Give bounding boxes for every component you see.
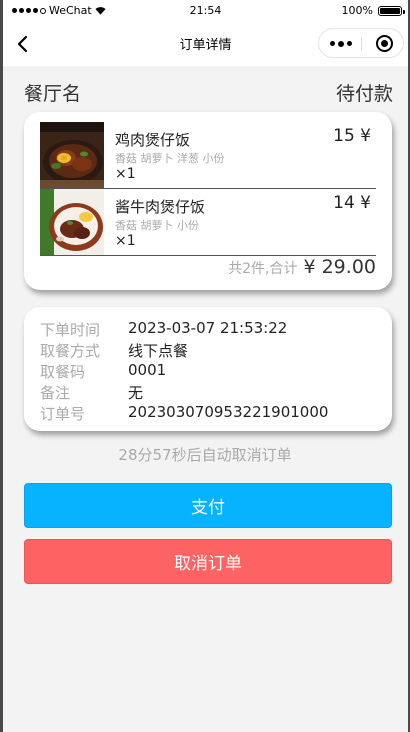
order-items-card: 鸡肉煲仔饭 香菇 胡萝卜 洋葱 小份 ×1 15 ¥ 酱牛肉煲仔饭 香菇 胡萝卜…	[24, 112, 392, 290]
info-value: 2023-03-07 21:53:22	[128, 319, 288, 337]
item-name: 酱牛肉煲仔饭	[115, 198, 206, 216]
battery-percent: 100%	[341, 4, 373, 17]
item-price: 15 ¥	[333, 126, 371, 146]
order-summary: 共2件,合计 ¥ 29.00	[228, 256, 376, 278]
item-price: 14 ¥	[333, 193, 371, 213]
info-label: 取餐码	[40, 363, 86, 381]
dish-photo-chicken	[40, 122, 104, 188]
order-total: ¥ 29.00	[303, 256, 376, 278]
info-value: 20230307095322190100​0	[128, 403, 329, 421]
order-item: 鸡肉煲仔饭 香菇 胡萝卜 洋葱 小份 ×1 15 ¥	[40, 122, 376, 189]
dish-image	[40, 122, 104, 188]
info-value: 线下点餐	[128, 342, 189, 360]
restaurant-name: 餐厅名	[24, 83, 82, 105]
auto-cancel-countdown: 28分57秒后自动取消订单	[118, 446, 292, 464]
order-item: 酱牛肉煲仔饭 香菇 胡萝卜 小份 ×1 14 ¥	[40, 189, 376, 256]
item-quantity: ×1	[115, 233, 136, 249]
pay-button[interactable]: 支付	[24, 483, 392, 528]
capsule-divider	[361, 37, 362, 51]
order-status: 待付款	[335, 83, 393, 105]
status-bar: WeChat 21:54 100%	[3, 0, 408, 22]
item-name: 鸡肉煲仔饭	[115, 131, 191, 149]
info-value: 无	[128, 384, 144, 402]
dish-photo-beef	[40, 189, 104, 255]
nav-bar: 订单详情	[3, 22, 408, 66]
order-info-card: 下单时间 2023-03-07 21:53:22 取餐方式 线下点餐 取餐码 0…	[24, 307, 392, 431]
device-frame-left	[0, 0, 3, 732]
item-count-label: 共2件,合计	[228, 261, 298, 277]
mini-program-capsule	[318, 28, 404, 58]
cancel-order-button[interactable]: 取消订单	[24, 539, 392, 584]
close-miniprogram-icon[interactable]	[376, 35, 393, 52]
item-options: 香菇 胡萝卜 小份	[115, 219, 199, 232]
more-icon[interactable]	[330, 40, 352, 47]
info-label: 订单号	[40, 405, 86, 423]
info-label: 取餐方式	[40, 342, 101, 360]
info-value: 0001	[128, 361, 167, 379]
status-right: 100%	[341, 4, 405, 17]
dish-image	[40, 189, 104, 255]
info-label: 备注	[40, 384, 71, 402]
item-quantity: ×1	[115, 166, 136, 182]
item-options: 香菇 胡萝卜 洋葱 小份	[115, 152, 225, 165]
battery-icon	[378, 5, 405, 16]
info-label: 下单时间	[40, 321, 101, 339]
